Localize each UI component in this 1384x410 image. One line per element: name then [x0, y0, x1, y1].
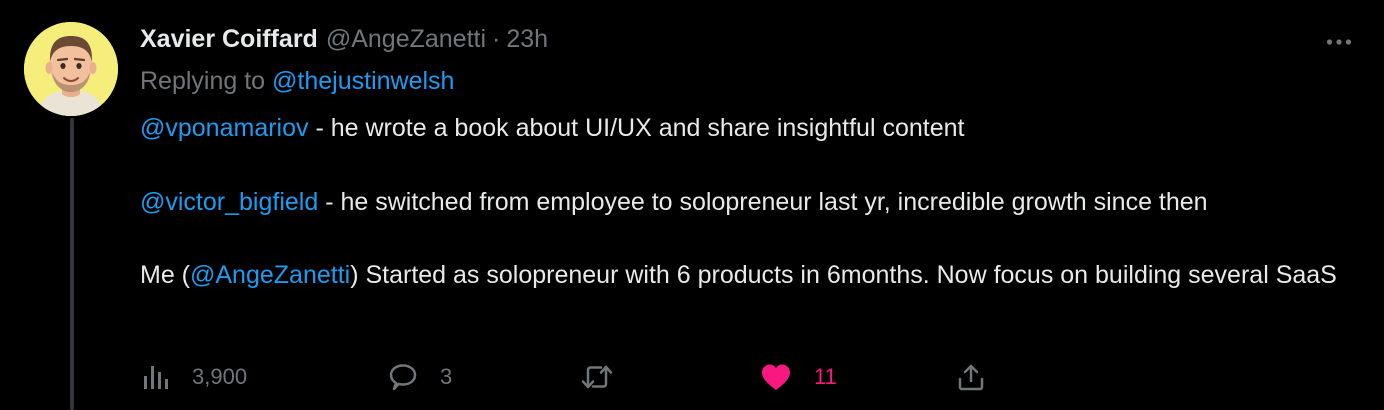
replying-to-label: Replying to [140, 67, 266, 95]
paragraph-text: - he wrote a book about UI/UX and share … [308, 114, 965, 142]
retweet-icon [581, 365, 613, 389]
avatar-illustration [24, 22, 118, 116]
separator-dot: · [492, 25, 501, 53]
retweet-button[interactable] [580, 355, 636, 399]
tweet-body: @vponamariov - he wrote a book about UI/… [140, 110, 1355, 294]
more-horizontal-icon [1326, 39, 1352, 45]
tweet-paragraph: @vponamariov - he wrote a book about UI/… [140, 110, 1355, 147]
author-handle[interactable]: @AngeZanetti [326, 25, 486, 54]
heart-filled-icon [762, 364, 790, 390]
paragraph-text: - he switched from employee to soloprene… [318, 187, 1208, 216]
share-button[interactable] [956, 355, 986, 399]
replying-to: Replying to @thejustinwelsh [140, 67, 454, 96]
author-name[interactable]: Xavier Coiffard [140, 25, 318, 54]
analytics-icon [144, 366, 168, 389]
thread-connector-line [70, 118, 74, 410]
paragraph-prefix: Me ( [140, 261, 190, 289]
tweet-actions: 3,900 3 11 [140, 355, 1360, 399]
reply-icon [389, 364, 417, 391]
mention-link[interactable]: @AngeZanetti [190, 261, 350, 289]
share-icon [958, 364, 984, 391]
tweet-paragraph: Me (@AngeZanetti) Started as solopreneur… [140, 257, 1355, 294]
more-options-button[interactable] [1322, 28, 1356, 56]
views-button[interactable]: 3,900 [142, 355, 247, 399]
avatar[interactable] [24, 22, 118, 116]
paragraph-text: ) Started as solopreneur with 6 products… [350, 261, 1337, 289]
mention-link[interactable]: @vponamariov [140, 114, 309, 142]
views-count: 3,900 [192, 364, 248, 389]
reply-count: 3 [440, 364, 453, 389]
timestamp[interactable]: 23h [506, 25, 548, 54]
mention-link[interactable]: @victor_bigfield [140, 188, 318, 216]
tweet-paragraph: @victor_bigfield - he switched from empl… [140, 184, 1355, 221]
like-count: 11 [814, 364, 837, 389]
replying-to-mention[interactable]: @thejustinwelsh [272, 67, 454, 95]
reply-button[interactable]: 3 [388, 355, 452, 399]
tweet-header: Xavier Coiffard @AngeZanetti · 23h [140, 25, 548, 57]
like-button[interactable]: 11 [760, 355, 837, 399]
